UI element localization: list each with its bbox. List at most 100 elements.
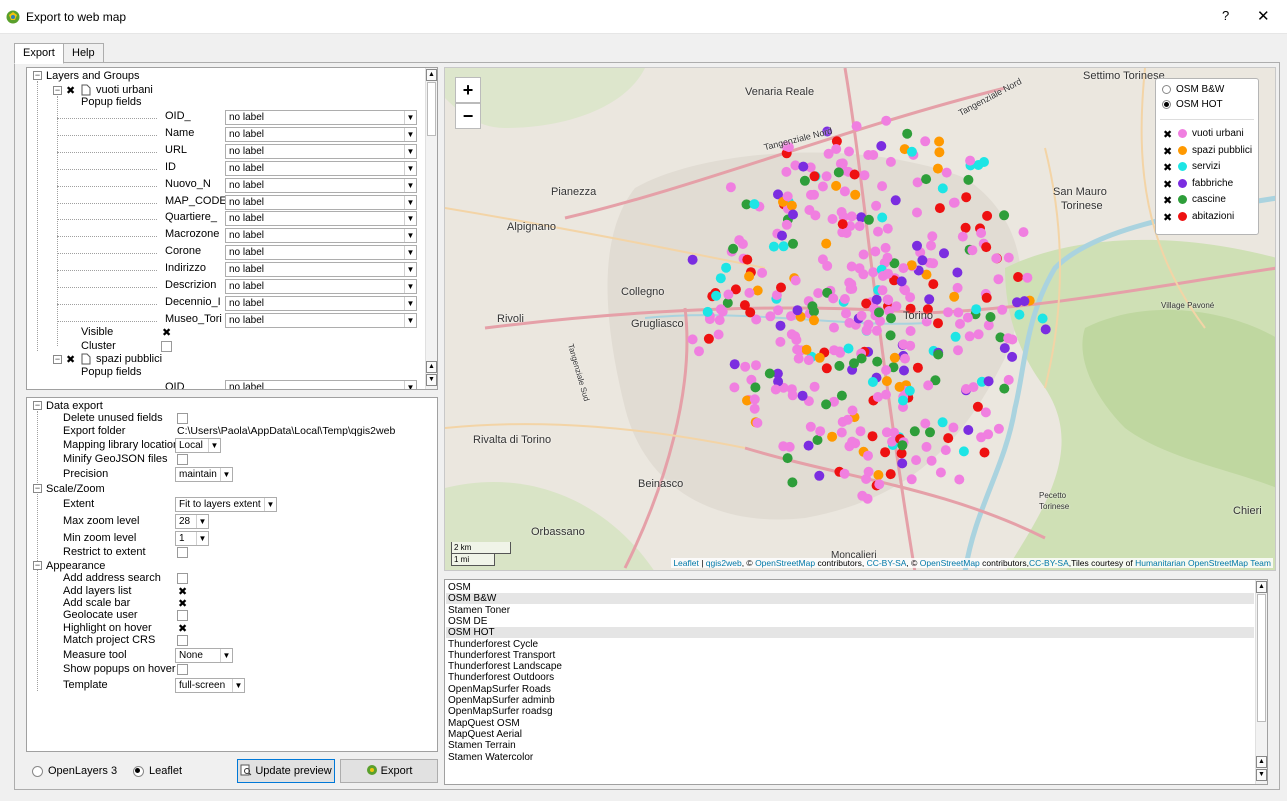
map-point-marker[interactable] [912,362,923,373]
map-point-marker[interactable] [745,307,756,318]
legend-layer-checkbox[interactable]: ✖ [1162,178,1173,190]
map-point-marker[interactable] [770,384,781,395]
map-point-marker[interactable] [797,390,808,401]
map-point-marker[interactable] [899,365,909,376]
map-point-marker[interactable] [831,144,842,154]
map-point-marker[interactable] [734,235,745,246]
map-point-marker[interactable] [911,455,922,466]
layers-scrollbar[interactable]: ▲ ▲ ▼ [425,68,437,389]
map-point-marker[interactable] [711,290,722,301]
map-point-marker[interactable] [1003,374,1014,385]
map-point-marker[interactable] [815,426,826,437]
map-point-marker[interactable] [871,325,882,336]
map-point-marker[interactable] [765,311,776,322]
field-label-combo[interactable]: no label ▼ [225,177,417,193]
map-point-marker[interactable] [792,344,803,355]
map-point-marker[interactable] [949,291,960,302]
basemap-list-item[interactable]: Thunderforest Cycle [446,639,1254,650]
map-point-marker[interactable] [768,241,779,252]
map-point-marker[interactable] [839,468,850,479]
map-point-marker[interactable] [964,331,975,342]
map-point-marker[interactable] [751,360,761,371]
map-point-marker[interactable] [775,320,786,331]
map-point-marker[interactable] [953,307,964,318]
field-label-combo[interactable]: no label ▼ [225,160,417,176]
map-point-marker[interactable] [799,175,810,186]
map-point-marker[interactable] [723,289,734,300]
map-point-marker[interactable] [997,304,1008,315]
map-point-marker[interactable] [842,414,853,425]
map-point-marker[interactable] [1037,313,1048,324]
map-point-marker[interactable] [982,210,993,221]
map-point-marker[interactable] [687,254,698,265]
map-point-marker[interactable] [749,403,760,414]
field-label-combo[interactable]: no label ▼ [225,279,417,294]
delete-unused-checkbox[interactable] [177,413,188,424]
leaflet-radio[interactable] [133,766,144,777]
map-point-marker[interactable] [847,436,858,447]
restrict-checkbox[interactable] [177,547,188,558]
field-label-combo[interactable]: no label ▼ [225,143,417,159]
map-point-marker[interactable] [868,267,879,278]
map-point-marker[interactable] [703,333,714,344]
basemap-option[interactable]: OSM HOT [1162,98,1223,112]
map-point-marker[interactable] [948,197,959,208]
basemap-list-item[interactable]: Thunderforest Outdoors [446,672,1254,683]
basemaps-scrollbar[interactable]: ▲ ▲ ▼ [1255,580,1267,784]
match-crs-checkbox[interactable] [177,635,188,646]
minify-checkbox[interactable] [177,454,188,465]
map-point-marker[interactable] [985,312,996,322]
map-point-marker[interactable] [839,186,850,197]
map-point-marker[interactable] [851,121,862,132]
map-point-marker[interactable] [941,167,952,178]
map-point-marker[interactable] [961,192,972,203]
map-point-marker[interactable] [837,219,848,230]
map-point-marker[interactable] [713,329,724,340]
field-label-combo[interactable]: no label ▼ [225,110,417,125]
scroll-up-icon[interactable]: ▲ [1256,756,1267,768]
map-point-marker[interactable] [834,360,845,371]
map-point-marker[interactable] [792,305,803,316]
map-point-marker[interactable] [829,345,840,356]
map-point-marker[interactable] [855,426,866,437]
map-point-marker[interactable] [876,141,887,151]
map-point-marker[interactable] [1040,324,1051,335]
basemap-list-item[interactable]: Thunderforest Landscape [446,661,1254,672]
map-point-marker[interactable] [874,479,885,490]
basemap-radio[interactable] [1162,100,1171,109]
map-point-marker[interactable] [957,231,968,242]
map-point-marker[interactable] [881,365,892,376]
mapping-location-combo[interactable]: Local ▼ [175,438,221,453]
map-point-marker[interactable] [939,248,949,259]
map-point-marker[interactable] [856,353,867,364]
map-point-marker[interactable] [803,440,814,451]
basemap-list-item[interactable]: OpenMapSurfer Roads [446,684,1254,695]
map-point-marker[interactable] [859,170,870,181]
attribution-link[interactable]: Humanitarian OpenStreetMap Team [1135,558,1271,568]
map-point-marker[interactable] [934,136,945,147]
map-point-marker[interactable] [821,399,832,410]
scroll-thumb[interactable] [427,82,436,136]
map-point-marker[interactable] [764,368,775,379]
map-point-marker[interactable] [880,447,891,458]
map-point-marker[interactable] [821,238,832,249]
zoom-in-button[interactable]: + [455,77,481,103]
map-point-marker[interactable] [814,352,825,363]
map-point-marker[interactable] [965,155,976,166]
map-point-marker[interactable] [885,156,896,167]
map-point-marker[interactable] [721,262,732,273]
field-label-combo[interactable]: no label ▼ [225,211,417,227]
basemap-list-item[interactable]: Stamen Terrain [446,740,1254,751]
map-point-marker[interactable] [850,189,861,200]
map-point-marker[interactable] [976,228,987,238]
scroll-up-icon[interactable]: ▲ [426,69,437,81]
map-point-marker[interactable] [891,301,902,312]
field-label-combo[interactable]: no label ▼ [225,126,417,142]
legend-layer-checkbox[interactable]: ✖ [1162,211,1173,223]
map-point-marker[interactable] [740,361,751,372]
map-point-marker[interactable] [906,146,917,157]
map-point-marker[interactable] [983,376,994,387]
map-point-marker[interactable] [809,189,819,200]
map-point-marker[interactable] [958,446,969,457]
map-point-marker[interactable] [937,183,948,194]
